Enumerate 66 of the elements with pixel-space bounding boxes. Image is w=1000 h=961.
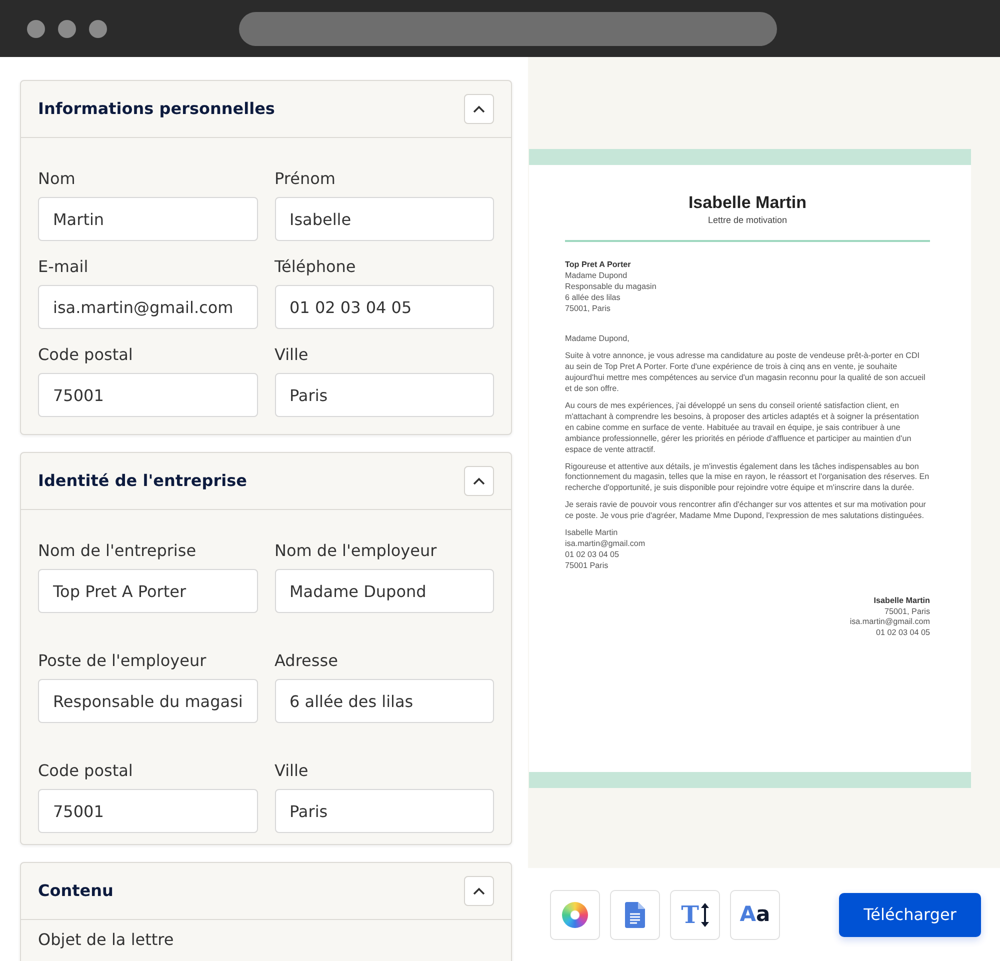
input-field[interactable]: Martin bbox=[38, 197, 258, 241]
vertical-arrow-icon bbox=[700, 902, 709, 926]
document-button[interactable] bbox=[610, 890, 660, 940]
input-field[interactable]: 75001 bbox=[38, 373, 258, 417]
field-label: Code postal bbox=[38, 344, 134, 366]
input-field[interactable]: Madame Dupond bbox=[274, 569, 494, 613]
letter-name: Isabelle Martin bbox=[687, 193, 808, 213]
salutation-text: Madame Dupond, bbox=[565, 334, 630, 346]
recipient-line: Top Pret A Porter bbox=[565, 260, 632, 271]
field-label: Objet de la lettre bbox=[38, 929, 175, 951]
letter-paragraph: Je serais ravie de pouvoir vous rencontrer afin d'échanger sur vos attentes et sur ma motivation pour ce poste. Je vous prie d'agréer, Madame Mme Dupond, l'expression de mes salutations distinguées. bbox=[565, 500, 928, 522]
closing-line: 75001 Paris bbox=[565, 560, 610, 572]
recipient-line: 75001, Paris bbox=[565, 304, 612, 314]
field-label: Nom de l'entreprise bbox=[38, 540, 198, 562]
field-label: Adresse bbox=[274, 650, 339, 672]
input-field[interactable]: Top Pret A Porter bbox=[38, 569, 258, 613]
letter-paragraph: Suite à votre annonce, je vous adresse ma candidature au poste de vendeuse prêt-à-porter en CDI au sein de Top Pret A Porter. Forte d'une expérience de trois à cinq ans en vente, je souhaite aujourd'hui mettre mes compétences au service d'un magasin reconnu pour la qualité de son accueil et de son offre. bbox=[565, 351, 926, 395]
address-bar[interactable] bbox=[239, 12, 777, 46]
signature-line: 75001, Paris bbox=[884, 606, 930, 618]
collapse-button[interactable] bbox=[464, 466, 494, 496]
input-field[interactable]: 01 02 03 04 05 bbox=[274, 285, 494, 329]
chevron-up-icon bbox=[473, 105, 485, 113]
collapse-button[interactable] bbox=[464, 876, 494, 906]
input-field[interactable]: isa.martin@gmail.com bbox=[38, 285, 258, 329]
field-label: Code postal bbox=[38, 760, 134, 782]
field-label: Ville bbox=[274, 344, 310, 366]
letter-subtitle: Lettre de motivation bbox=[706, 215, 788, 226]
section-title: Identité de l'entreprise bbox=[38, 470, 247, 492]
window-dot bbox=[27, 20, 45, 38]
closing-line: isa.martin@gmail.com bbox=[565, 538, 646, 550]
letter-paragraph: Au cours de mes expériences, j'ai développé un sens du conseil orienté satisfaction client, en m'attachant à comprendre les besoins, à proposer des articles adaptés et à soigner la présentation en cabine comme en surface de vente. Habituée au travail en équipe, je sais contribuer à une ambiance professionnelle, gérer les priorités en période d'affluence et participer au maintien d'un espace de vente attractif. bbox=[565, 400, 920, 456]
color-wheel-icon bbox=[562, 902, 588, 928]
signature-line: isa.martin@gmail.com bbox=[848, 617, 930, 628]
color-palette-button[interactable] bbox=[550, 890, 600, 940]
field-label: Ville bbox=[274, 760, 310, 782]
recipient-line: Madame Dupond bbox=[565, 270, 628, 282]
section-title: Contenu bbox=[38, 880, 114, 902]
recipient-line: Responsable du magasin bbox=[565, 282, 658, 293]
input-field[interactable]: Paris bbox=[274, 789, 494, 833]
closing-line: Isabelle Martin bbox=[565, 528, 619, 539]
collapse-button[interactable] bbox=[464, 94, 494, 124]
field-label: E-mail bbox=[38, 256, 90, 278]
field-label: Nom de l'employeur bbox=[274, 540, 438, 562]
window-dot bbox=[58, 20, 76, 38]
input-field[interactable]: Isabelle bbox=[274, 197, 494, 241]
font-button[interactable]: Aa bbox=[730, 890, 780, 940]
section-title: Informations personnelles bbox=[38, 98, 275, 120]
recipient-line: 6 allée des lilas bbox=[565, 292, 622, 304]
chevron-up-icon bbox=[473, 887, 485, 895]
input-field[interactable]: Responsable du magasi bbox=[38, 679, 258, 723]
field-label: Prénom bbox=[274, 168, 336, 190]
letter-paragraph: Rigoureuse et attentive aux détails, je m'investis également dans les tâches indispensables au bon fonctionnement du magasin, telles que la mise en rayon, le réassort et l'organisation des réserves. En recherche d'opportunité, je suis disponible pour rejoindre votre équipe et m'inscrire dans la durée. bbox=[565, 462, 930, 494]
input-field[interactable]: 75001 bbox=[38, 789, 258, 833]
input-field[interactable]: 6 allée des lilas bbox=[274, 679, 494, 723]
download-button[interactable]: Télécharger bbox=[839, 892, 981, 936]
field-label: Téléphone bbox=[274, 256, 357, 278]
closing-line: 01 02 03 04 05 bbox=[565, 550, 620, 561]
window-dot bbox=[89, 20, 107, 38]
signature-line: 01 02 03 04 05 bbox=[874, 628, 930, 640]
chevron-up-icon bbox=[473, 477, 485, 485]
field-label: Nom bbox=[38, 168, 76, 190]
document-icon bbox=[625, 902, 645, 928]
field-label: Poste de l'employeur bbox=[38, 650, 208, 672]
signature-line: Isabelle Martin bbox=[872, 596, 930, 607]
input-field[interactable]: Paris bbox=[274, 373, 494, 417]
text-size-button[interactable]: T bbox=[670, 890, 720, 940]
